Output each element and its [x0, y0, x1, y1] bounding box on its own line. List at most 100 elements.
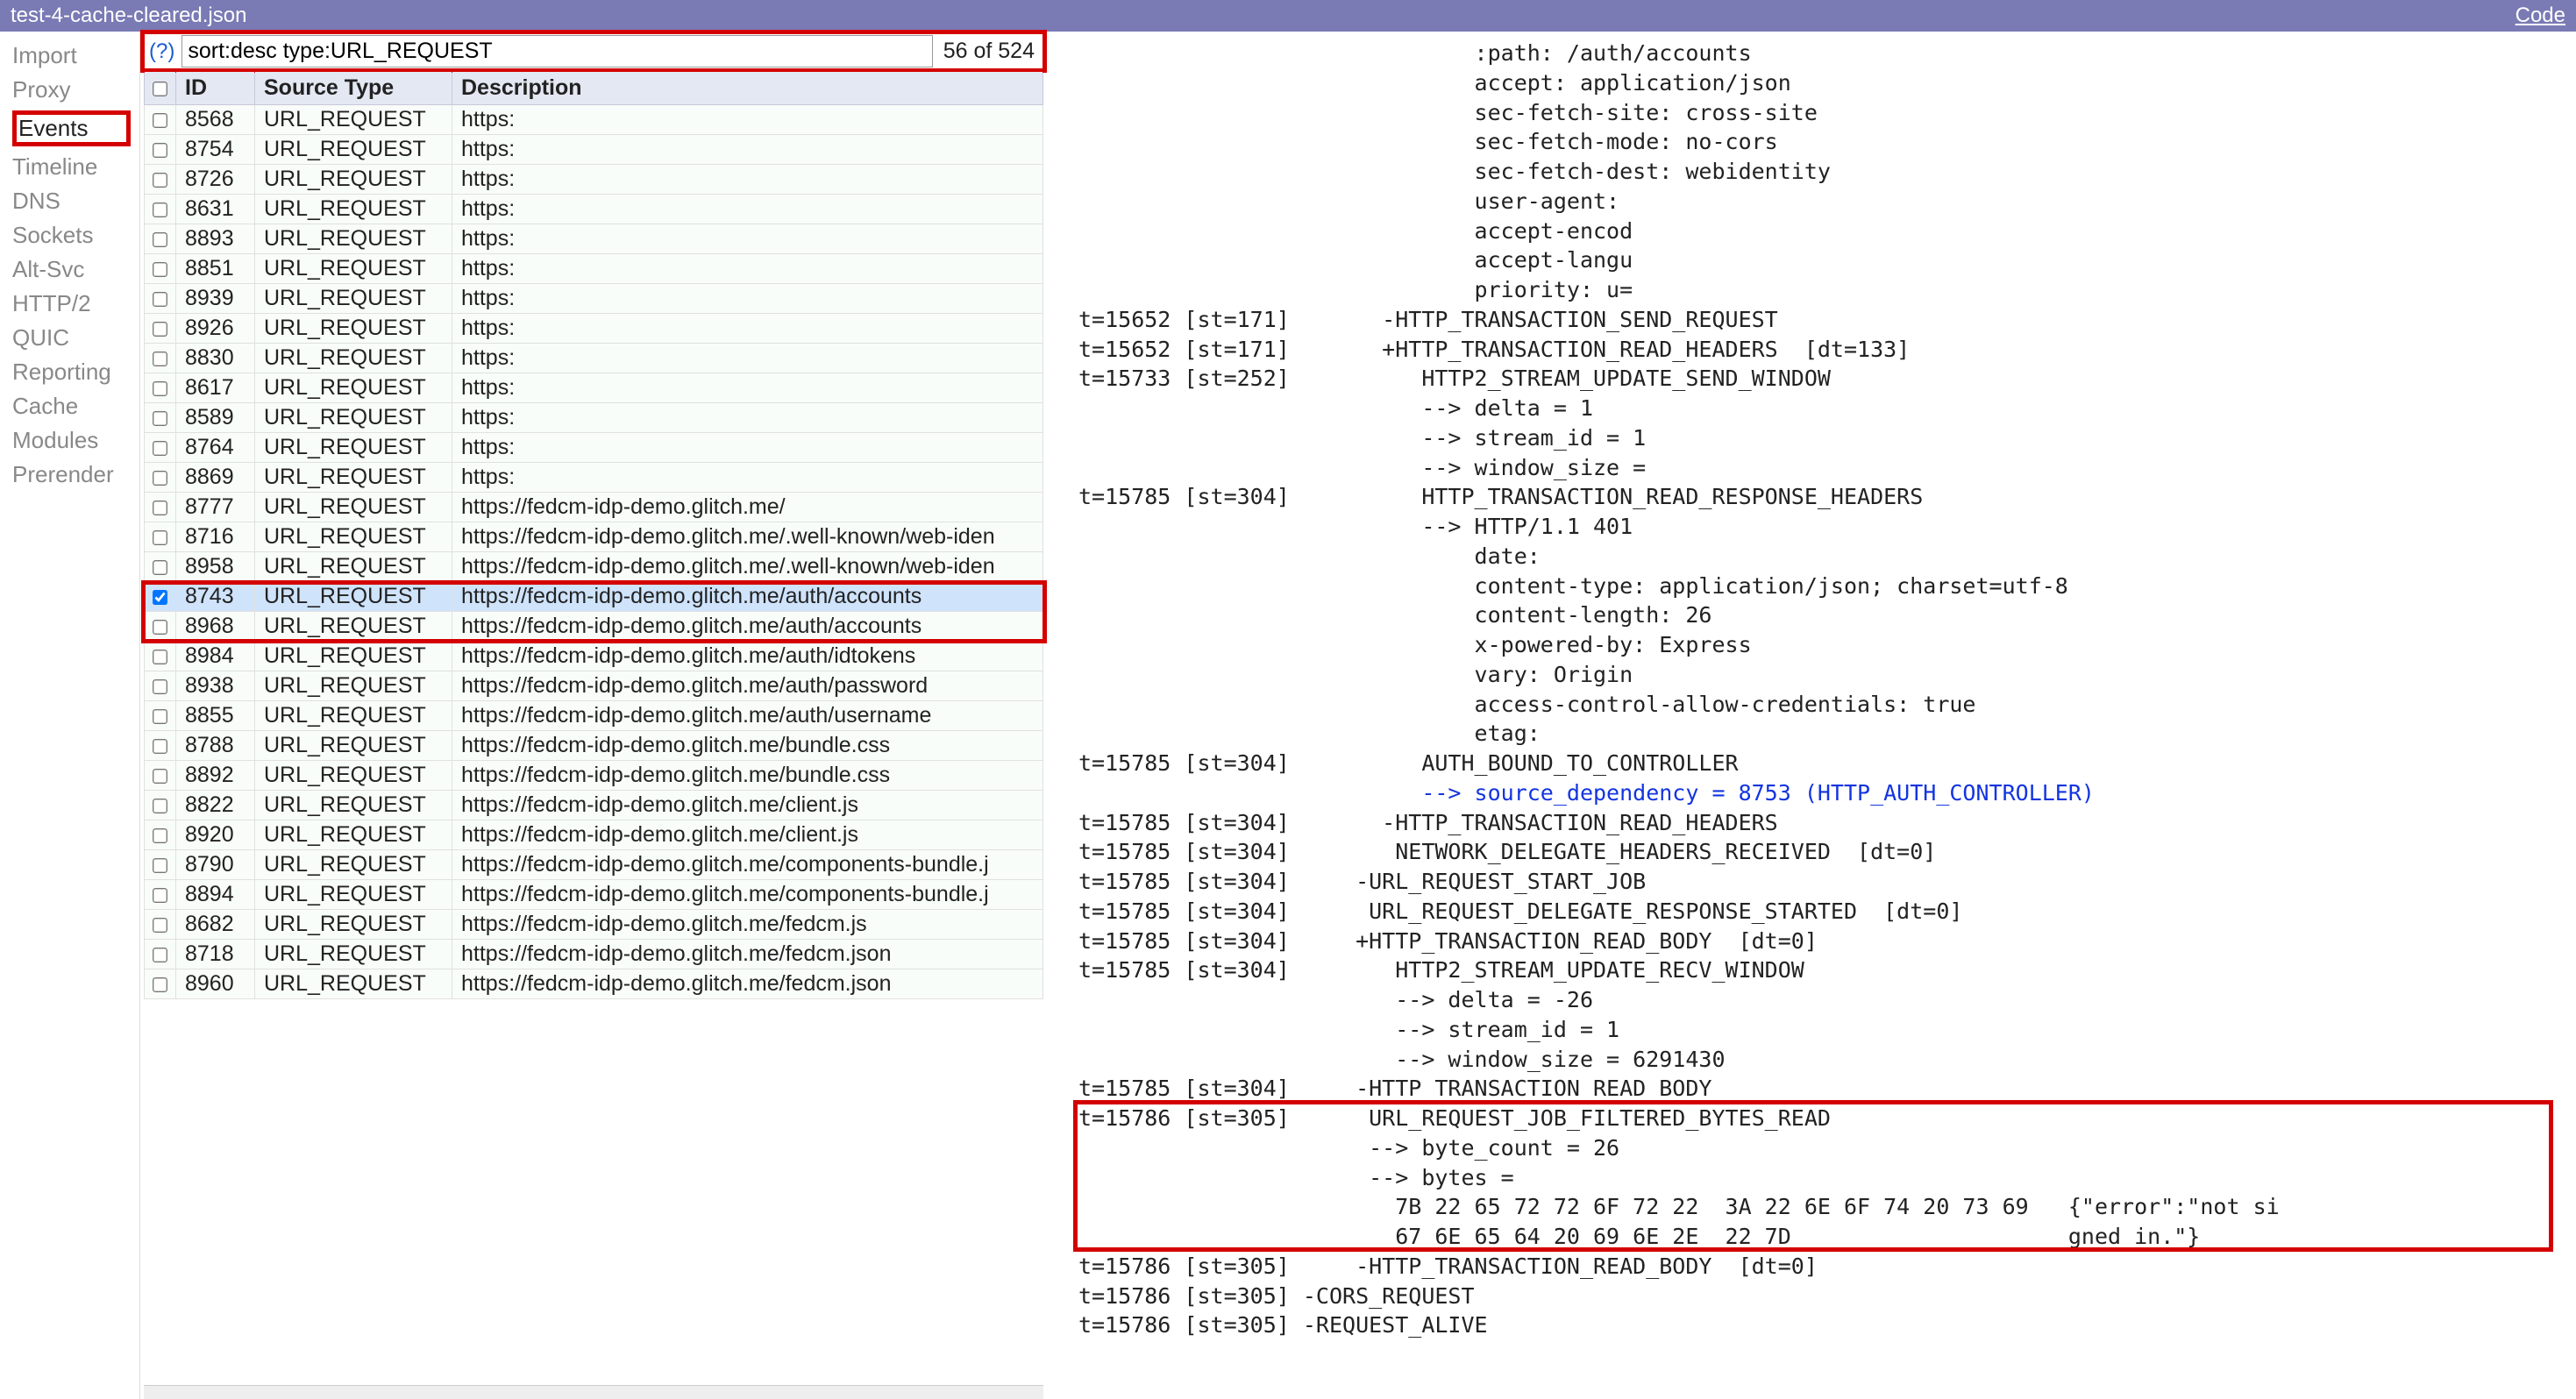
row-checkbox[interactable] [153, 769, 167, 784]
row-checkbox[interactable] [153, 977, 167, 992]
col-description[interactable]: Description [452, 72, 1043, 105]
row-checkbox[interactable] [153, 471, 167, 486]
sidebar-item-quic[interactable]: QUIC [12, 321, 136, 355]
row-checkbox[interactable] [153, 799, 167, 813]
row-checkbox[interactable] [153, 143, 167, 158]
table-row[interactable]: 8960URL_REQUESThttps://fedcm-idp-demo.gl… [145, 969, 1043, 999]
table-row[interactable]: 8726URL_REQUESThttps: [145, 165, 1043, 195]
row-description: https://fedcm-idp-demo.glitch.me/auth/us… [452, 701, 1043, 731]
table-row[interactable]: 8892URL_REQUESThttps://fedcm-idp-demo.gl… [145, 761, 1043, 791]
sidebar-item-proxy[interactable]: Proxy [12, 73, 136, 107]
table-row[interactable]: 8968URL_REQUESThttps://fedcm-idp-demo.gl… [145, 612, 1043, 642]
table-row[interactable]: 8790URL_REQUESThttps://fedcm-idp-demo.gl… [145, 850, 1043, 880]
events-table-wrap[interactable]: IDSource TypeDescription 8568URL_REQUEST… [144, 71, 1043, 1385]
row-checkbox[interactable] [153, 113, 167, 128]
row-checkbox[interactable] [153, 501, 167, 515]
row-checkbox[interactable] [153, 352, 167, 366]
row-checkbox[interactable] [153, 709, 167, 724]
table-row[interactable]: 8589URL_REQUESThttps: [145, 403, 1043, 433]
filter-count: 56 of 524 [940, 39, 1038, 64]
col-source-type[interactable]: Source Type [255, 72, 452, 105]
row-id: 8893 [176, 224, 255, 254]
sidebar-item-prerender[interactable]: Prerender [12, 458, 136, 492]
table-row[interactable]: 8926URL_REQUESThttps: [145, 314, 1043, 344]
table-row[interactable]: 8822URL_REQUESThttps://fedcm-idp-demo.gl… [145, 791, 1043, 820]
table-row[interactable]: 8777URL_REQUESThttps://fedcm-idp-demo.gl… [145, 493, 1043, 522]
sidebar-item-events[interactable]: Events [12, 107, 136, 150]
row-checkbox[interactable] [153, 739, 167, 754]
row-description: https://fedcm-idp-demo.glitch.me/.well-k… [452, 522, 1043, 552]
table-row[interactable]: 8984URL_REQUESThttps://fedcm-idp-demo.gl… [145, 642, 1043, 671]
row-checkbox[interactable] [153, 262, 167, 277]
sidebar-item-modules[interactable]: Modules [12, 423, 136, 458]
row-checkbox[interactable] [153, 918, 167, 933]
row-source-type: URL_REQUEST [255, 224, 452, 254]
table-row[interactable]: 8764URL_REQUESThttps: [145, 433, 1043, 463]
table-row[interactable]: 8893URL_REQUESThttps: [145, 224, 1043, 254]
table-row[interactable]: 8682URL_REQUESThttps://fedcm-idp-demo.gl… [145, 910, 1043, 940]
row-checkbox[interactable] [153, 828, 167, 843]
sidebar-item-cache[interactable]: Cache [12, 389, 136, 423]
table-row[interactable]: 8718URL_REQUESThttps://fedcm-idp-demo.gl… [145, 940, 1043, 969]
table-row[interactable]: 8869URL_REQUESThttps: [145, 463, 1043, 493]
row-source-type: URL_REQUEST [255, 642, 452, 671]
row-source-type: URL_REQUEST [255, 522, 452, 552]
row-id: 8589 [176, 403, 255, 433]
sidebar-highlight: Events [12, 110, 131, 146]
filter-help-link[interactable]: (?) [149, 39, 174, 64]
row-source-type: URL_REQUEST [255, 820, 452, 850]
row-checkbox[interactable] [153, 590, 167, 605]
col-id[interactable]: ID [176, 72, 255, 105]
row-checkbox[interactable] [153, 530, 167, 545]
sidebar-item-sockets[interactable]: Sockets [12, 218, 136, 252]
row-checkbox[interactable] [153, 858, 167, 873]
table-row[interactable]: 8788URL_REQUESThttps://fedcm-idp-demo.gl… [145, 731, 1043, 761]
row-description: https: [452, 195, 1043, 224]
table-row[interactable]: 8939URL_REQUESThttps: [145, 284, 1043, 314]
row-checkbox[interactable] [153, 650, 167, 664]
row-checkbox[interactable] [153, 232, 167, 247]
row-id: 8788 [176, 731, 255, 761]
row-checkbox[interactable] [153, 560, 167, 575]
row-checkbox[interactable] [153, 322, 167, 337]
row-checkbox[interactable] [153, 620, 167, 635]
table-row[interactable]: 8830URL_REQUESThttps: [145, 344, 1043, 373]
col-checkbox[interactable] [145, 72, 176, 105]
table-row[interactable]: 8958URL_REQUESThttps://fedcm-idp-demo.gl… [145, 552, 1043, 582]
sidebar-item-reporting[interactable]: Reporting [12, 355, 136, 389]
row-checkbox[interactable] [153, 381, 167, 396]
row-checkbox[interactable] [153, 292, 167, 307]
row-id: 8617 [176, 373, 255, 403]
source-dependency-link[interactable]: --> source_dependency = 8753 (HTTP_AUTH_… [1078, 780, 2095, 806]
horizontal-scrollbar[interactable] [144, 1385, 1043, 1399]
table-row[interactable]: 8617URL_REQUESThttps: [145, 373, 1043, 403]
table-row[interactable]: 8851URL_REQUESThttps: [145, 254, 1043, 284]
sidebar-item-timeline[interactable]: Timeline [12, 150, 136, 184]
table-row[interactable]: 8743URL_REQUESThttps://fedcm-idp-demo.gl… [145, 582, 1043, 612]
table-row[interactable]: 8568URL_REQUESThttps: [145, 105, 1043, 135]
table-row[interactable]: 8716URL_REQUESThttps://fedcm-idp-demo.gl… [145, 522, 1043, 552]
row-checkbox[interactable] [153, 948, 167, 962]
filter-input[interactable] [181, 35, 932, 67]
select-all-checkbox[interactable] [153, 82, 167, 96]
row-checkbox[interactable] [153, 441, 167, 456]
table-row[interactable]: 8920URL_REQUESThttps://fedcm-idp-demo.gl… [145, 820, 1043, 850]
row-checkbox[interactable] [153, 888, 167, 903]
table-row[interactable]: 8894URL_REQUESThttps://fedcm-idp-demo.gl… [145, 880, 1043, 910]
row-checkbox[interactable] [153, 679, 167, 694]
table-row[interactable]: 8631URL_REQUESThttps: [145, 195, 1043, 224]
row-checkbox[interactable] [153, 202, 167, 217]
sidebar-item-import[interactable]: Import [12, 39, 136, 73]
code-link[interactable]: Code [2516, 4, 2565, 27]
titlebar-filename: test-4-cache-cleared.json [11, 4, 246, 28]
sidebar-item-dns[interactable]: DNS [12, 184, 136, 218]
row-checkbox[interactable] [153, 173, 167, 188]
table-row[interactable]: 8754URL_REQUESThttps: [145, 135, 1043, 165]
detail-panel[interactable]: :path: /auth/accounts accept: applicatio… [1043, 32, 2576, 1399]
table-row[interactable]: 8855URL_REQUESThttps://fedcm-idp-demo.gl… [145, 701, 1043, 731]
sidebar-item-http2[interactable]: HTTP/2 [12, 287, 136, 321]
table-row[interactable]: 8938URL_REQUESThttps://fedcm-idp-demo.gl… [145, 671, 1043, 701]
row-source-type: URL_REQUEST [255, 791, 452, 820]
row-checkbox[interactable] [153, 411, 167, 426]
sidebar-item-altsvc[interactable]: Alt-Svc [12, 252, 136, 287]
